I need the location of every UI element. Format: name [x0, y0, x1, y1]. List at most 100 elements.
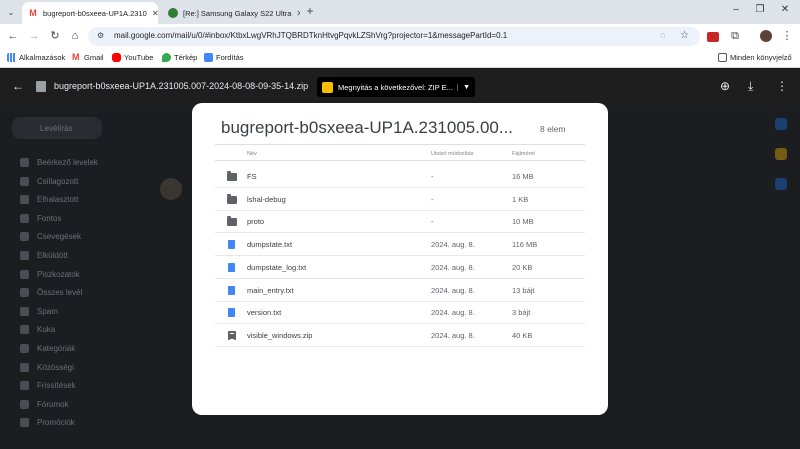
sidebar-item[interactable]: Csillagozott — [20, 176, 79, 186]
folder-icon — [20, 306, 29, 316]
extensions-puzzle-icon[interactable]: ⧉ — [728, 30, 742, 43]
bookmark-gmail[interactable]: M Gmail — [72, 52, 104, 63]
sidebar-item[interactable]: Elküldött — [20, 251, 68, 260]
folder-icon — [20, 325, 29, 335]
tab-search-icon[interactable]: ⌄ — [4, 6, 18, 19]
sidebar-item[interactable]: Csevegések — [20, 232, 82, 242]
site-info-icon[interactable]: ⚙ — [97, 31, 104, 40]
sidebar-item[interactable]: Elhalasztott — [20, 195, 78, 205]
file-size: 40 KB — [512, 330, 533, 340]
close-icon[interactable]: ✕ — [147, 9, 158, 18]
sidebar-item-label: Elküldött — [37, 251, 68, 260]
sidebar-item[interactable]: Beérkező levelek — [20, 158, 98, 167]
back-icon[interactable]: ← — [6, 30, 20, 43]
tab-title: [Re:] Samsung Galaxy S22 Ultra — [183, 8, 292, 18]
sender-avatar — [160, 178, 182, 200]
bookmark-translate[interactable]: Fordítás — [204, 53, 244, 62]
file-name: lshal-debug — [247, 194, 286, 204]
sidebar-item-label: Kategóriák — [37, 344, 76, 353]
compose-button[interactable]: Levélírás — [12, 117, 102, 139]
sidebar-item-label: Piszkozatok — [37, 269, 80, 279]
tasks-icon[interactable] — [775, 178, 787, 190]
sidebar-item[interactable]: Fontos — [20, 213, 62, 223]
sidebar-item[interactable]: Promóciók — [20, 418, 75, 428]
home-icon[interactable]: ⌂ — [68, 30, 82, 43]
bookmark-maps[interactable]: Térkép — [162, 53, 197, 62]
extension-icon[interactable] — [707, 32, 719, 42]
file-row[interactable]: main_entry.txt 2024. aug. 8. 13 bájt — [215, 279, 585, 302]
restore-button[interactable]: ❐ — [752, 4, 768, 15]
sidebar-item[interactable]: Piszkozatok — [20, 269, 80, 279]
other-bookmarks[interactable]: Minden könyvjelző — [718, 53, 792, 62]
menu-icon[interactable]: ⋮ — [780, 30, 794, 43]
file-type-icon — [227, 308, 235, 318]
file-size: 20 KB — [512, 262, 533, 272]
close-window-button[interactable]: ✕ — [777, 4, 793, 15]
file-type-icon — [227, 216, 237, 227]
header-modified[interactable]: Utolsó módosítás — [431, 151, 474, 157]
add-to-drive-icon[interactable]: ⊕ — [720, 79, 730, 93]
bookmark-youtube[interactable]: YouTube — [112, 53, 153, 62]
close-icon[interactable]: ✕ — [291, 9, 300, 18]
file-row[interactable]: visible_windows.zip 2024. aug. 8. 40 KB — [215, 324, 585, 347]
folder-icon — [20, 381, 29, 391]
header-size[interactable]: Fájlméret — [512, 151, 535, 157]
item-count: 8 elem — [540, 124, 566, 134]
zip-icon — [228, 330, 236, 340]
file-row[interactable]: lshal-debug - 1 KB — [215, 188, 585, 211]
doc-icon — [228, 240, 235, 250]
file-type-icon — [227, 330, 236, 340]
calendar-icon[interactable] — [775, 118, 787, 130]
more-icon[interactable]: ⋮ — [776, 79, 788, 93]
sidebar-item[interactable]: Közösségi — [20, 362, 74, 372]
reload-icon[interactable]: ↻ — [48, 30, 62, 43]
back-arrow-icon[interactable]: ← — [12, 79, 24, 93]
folder-icon — [718, 53, 727, 62]
download-icon[interactable]: ⤓ — [748, 79, 753, 94]
file-row[interactable]: version.txt 2024. aug. 8. 3 bájt — [215, 301, 585, 325]
tab-gmail[interactable]: M bugreport-b0sxeea-UP1A.2310 ✕ — [22, 2, 158, 24]
file-name: dumpstate.txt — [247, 240, 293, 250]
bookmark-apps[interactable]: Alkalmazások — [7, 53, 65, 62]
file-row[interactable]: dumpstate_log.txt 2024. aug. 8. 20 KB — [215, 256, 585, 279]
sidebar-item[interactable]: Fórumok — [20, 399, 69, 409]
sidebar-item[interactable]: Kategóriák — [20, 344, 75, 353]
file-row[interactable]: FS - 16 MB — [215, 165, 585, 188]
keep-icon[interactable] — [775, 148, 787, 160]
new-tab-button[interactable]: + — [303, 5, 317, 18]
file-modified: 2024. aug. 8. — [431, 330, 475, 340]
file-modified: 2024. aug. 8. — [431, 240, 475, 250]
folder-icon — [20, 399, 29, 409]
gmail-icon: M — [72, 52, 80, 62]
file-modified: 2024. aug. 8. — [431, 308, 475, 318]
header-name[interactable]: Név — [247, 151, 257, 157]
sidebar-item[interactable]: Frissítések — [20, 381, 76, 391]
avatar[interactable] — [760, 30, 772, 42]
minimize-button[interactable]: – — [728, 4, 744, 15]
eye-off-icon[interactable]: ◌ — [660, 30, 665, 40]
bookmark-label: Gmail — [84, 53, 104, 62]
file-modified: - — [431, 172, 434, 181]
open-with-button[interactable]: Megnyitás a következővel: ZIP E... ▼ — [317, 77, 475, 97]
folder-icon — [20, 362, 29, 372]
file-row[interactable]: proto - 10 MB — [215, 210, 585, 234]
file-row[interactable]: dumpstate.txt 2024. aug. 8. 116 MB — [215, 233, 585, 257]
folder-icon — [20, 344, 29, 353]
sidebar-item-label: Csillagozott — [37, 176, 79, 186]
dropdown-icon[interactable]: ▼ — [457, 83, 470, 91]
sidebar-item-label: Összes levél — [37, 288, 83, 298]
bookmark-label: Fordítás — [216, 53, 244, 62]
sidebar-item[interactable]: Spam — [20, 306, 58, 316]
forward-icon[interactable]: → — [27, 30, 41, 43]
sidebar-item[interactable]: Kuka — [20, 325, 55, 335]
tab-samsung[interactable]: [Re:] Samsung Galaxy S22 Ultra ✕ — [162, 2, 300, 24]
star-icon[interactable]: ☆ — [680, 30, 689, 41]
doc-icon — [228, 262, 235, 272]
sidebar-item[interactable]: Összes levél — [20, 288, 83, 298]
address-bar[interactable]: ⚙ mail.google.com/mail/u/0/#inbox/KtbxLw… — [88, 27, 700, 46]
sidebar-item-label: Spam — [37, 306, 58, 316]
sidebar-item-label: Fontos — [37, 213, 62, 223]
sidebar-item-label: Csevegések — [37, 232, 82, 242]
folder-icon — [20, 269, 29, 279]
translate-icon — [204, 53, 213, 62]
